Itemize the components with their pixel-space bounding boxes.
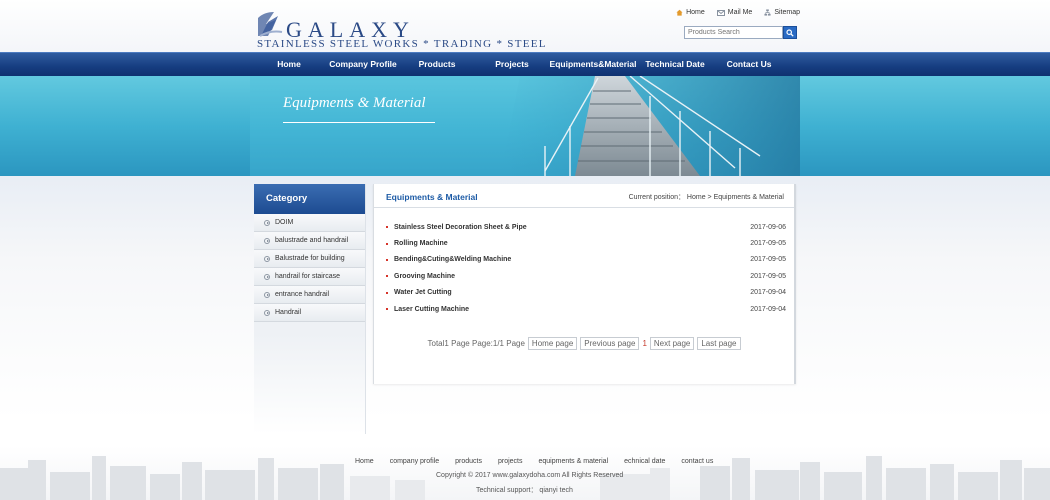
logo-mark-icon [258,12,283,37]
footer-link-products[interactable]: products [455,458,482,465]
arrow-bullet-icon [264,273,270,280]
list-item-date: 2017-09-05 [750,272,786,280]
list-item[interactable]: Stainless Steel Decoration Sheet & Pipe … [386,219,786,235]
content-header: Equipments & Material Current position： … [374,184,794,208]
staircase-illustration [250,76,800,176]
search-button[interactable] [783,26,797,39]
category-item-label: Balustrade for building [275,255,345,262]
category-item-label: entrance handrail [275,291,330,298]
category-item-doim[interactable]: DOIM [254,214,365,232]
list-item-date: 2017-09-06 [750,223,786,231]
copyright-text: Copyright © 2017 www.galaxydoha.com All … [436,472,624,479]
breadcrumb: Current position： Home > Equipments & Ma… [628,194,784,201]
nav-products[interactable]: Products [419,53,456,76]
nav-home[interactable]: Home [277,53,301,76]
logo[interactable]: GALAXY STAINLESS STEEL WORKS * TRADING *… [256,8,545,50]
pagination: Total1 Page Page:1/1 Page Home page Prev… [374,337,794,350]
nav-contact-us[interactable]: Contact Us [727,53,772,76]
mail-icon [716,9,725,16]
search-input[interactable] [684,26,783,39]
list-item[interactable]: Grooving Machine 2017-09-05 [386,268,786,284]
list-item-date: 2017-09-05 [750,240,786,248]
list-item[interactable]: Water Jet Cutting 2017-09-04 [386,285,786,301]
category-heading: Category [254,184,365,214]
list-item-date: 2017-09-04 [750,305,786,313]
page-banner: Equipments & Material [0,76,1050,176]
category-item-balustrade-for-building[interactable]: Balustrade for building [254,250,365,268]
nav-projects[interactable]: Projects [495,53,529,76]
footer-link-technical-date[interactable]: echnical date [624,458,665,465]
sitemap-icon [764,9,771,16]
technical-support-text: Technical support： qianyi tech [476,487,573,494]
top-links: Home Mail Me Sitemap [676,9,800,16]
footer-link-company-profile[interactable]: company profile [390,458,439,465]
footer-links: Home company profile products projects e… [355,458,713,465]
category-sidebar: Category DOIM balustrade and handrail Ba… [254,184,366,434]
bullet-icon [386,275,388,278]
content-panel: Equipments & Material Current position： … [373,184,796,384]
list-item-date: 2017-09-04 [750,289,786,297]
toplink-sitemap-label: Sitemap [774,9,800,16]
bullet-icon [386,242,388,245]
footer: Home company profile products projects e… [0,446,1050,500]
list-item[interactable]: Bending&Cuting&Welding Machine 2017-09-0… [386,252,786,268]
category-item-label: balustrade and handrail [275,237,349,244]
category-item-entrance-handrail[interactable]: entrance handrail [254,286,365,304]
category-item-balustrade-and-handrail[interactable]: balustrade and handrail [254,232,365,250]
category-item-label: Handrail [275,309,302,316]
list-item[interactable]: Rolling Machine 2017-09-05 [386,235,786,251]
arrow-bullet-icon [264,219,270,226]
list-item-title: Stainless Steel Decoration Sheet & Pipe [394,223,527,231]
category-item-handrail[interactable]: Handrail [254,304,365,322]
arrow-bullet-icon [264,255,270,262]
list-item-date: 2017-09-05 [750,256,786,264]
toplink-home[interactable]: Home [676,9,705,16]
bullet-icon [386,226,388,229]
footer-link-projects[interactable]: projects [498,458,523,465]
arrow-bullet-icon [264,237,270,244]
arrow-bullet-icon [264,309,270,316]
first-page-button[interactable]: Home page [527,337,578,350]
toplink-mail-label: Mail Me [727,9,753,16]
toplink-home-label: Home [686,9,705,16]
footer-link-equipments-material[interactable]: equipments & material [538,458,608,465]
footer-link-home[interactable]: Home [355,458,374,465]
toplink-mail[interactable]: Mail Me [716,9,753,16]
next-page-button[interactable]: Next page [649,337,695,350]
article-list: Stainless Steel Decoration Sheet & Pipe … [386,219,786,317]
list-item[interactable]: Laser Cutting Machine 2017-09-04 [386,301,786,317]
list-item-title: Laser Cutting Machine [394,305,470,313]
bullet-icon [386,291,388,294]
footer-link-contact-us[interactable]: contact us [681,458,713,465]
arrow-bullet-icon [264,291,270,298]
main-nav: Home Company Profile Products Projects E… [0,52,1050,76]
search-icon [786,28,794,37]
category-item-label: handrail for staircase [275,273,340,280]
list-item-title: Bending&Cuting&Welding Machine [394,256,512,264]
home-icon [676,9,683,16]
header: GALAXY STAINLESS STEEL WORKS * TRADING *… [0,0,1050,52]
toplink-sitemap[interactable]: Sitemap [764,9,800,16]
last-page-button[interactable]: Last page [697,337,741,350]
category-item-handrail-for-staircase[interactable]: handrail for staircase [254,268,365,286]
page-title: Equipments & Material [386,192,478,202]
current-page-number: 1 [642,339,647,348]
nav-equipments-material[interactable]: Equipments&Material [550,53,637,76]
list-item-title: Rolling Machine [394,240,448,248]
nav-company-profile[interactable]: Company Profile [329,53,397,76]
bullet-icon [386,258,388,261]
nav-technical-date[interactable]: Technical Date [645,53,704,76]
banner-title: Equipments & Material [283,95,426,111]
logo-tagline: STAINLESS STEEL WORKS * TRADING * STEEL [257,38,547,50]
bullet-icon [386,308,388,311]
banner-divider [283,122,435,123]
list-item-title: Water Jet Cutting [394,289,452,297]
search-bar [684,26,797,39]
pagination-summary: Total1 Page Page:1/1 Page [427,339,525,348]
previous-page-button[interactable]: Previous page [580,337,640,350]
list-item-title: Grooving Machine [394,272,456,280]
category-item-label: DOIM [275,219,294,226]
